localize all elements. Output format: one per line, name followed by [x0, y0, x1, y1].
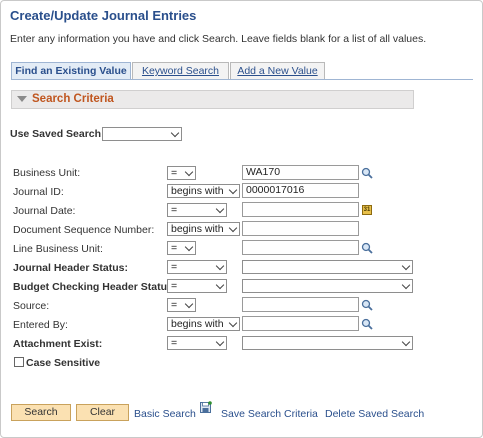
- select-value: =: [171, 204, 178, 216]
- line-business-unit-operator[interactable]: =: [167, 241, 196, 255]
- select-value: =: [171, 242, 178, 254]
- tab-label: Keyword Search: [141, 65, 220, 77]
- budget-checking-header-status-label: Budget Checking Header Status:: [13, 281, 177, 293]
- chevron-down-icon: [228, 318, 238, 328]
- select-value: =: [171, 280, 178, 292]
- document-sequence-number-label: Document Sequence Number:: [13, 224, 155, 236]
- entered-by-label: Entered By:: [13, 319, 68, 331]
- search-icon[interactable]: [361, 318, 373, 330]
- chevron-down-icon: [228, 223, 238, 233]
- select-value: =: [171, 261, 178, 273]
- journal-header-status-label: Journal Header Status:: [13, 262, 128, 274]
- entered-by-input[interactable]: [242, 316, 359, 331]
- business-unit-operator[interactable]: =: [167, 166, 196, 180]
- line-business-unit-input[interactable]: [242, 240, 359, 255]
- source-input[interactable]: [242, 297, 359, 312]
- entered-by-operator[interactable]: begins with: [167, 317, 240, 331]
- tab-label: Find an Existing Value: [15, 65, 127, 77]
- search-criteria-header[interactable]: Search Criteria: [11, 90, 414, 109]
- journal-date-operator[interactable]: =: [167, 203, 227, 217]
- save-search-criteria-link[interactable]: Save Search Criteria: [221, 408, 318, 420]
- use-saved-search-label: Use Saved Search:: [10, 128, 105, 140]
- chevron-down-icon: [215, 337, 225, 347]
- chevron-down-icon: [184, 299, 194, 309]
- journal-id-operator[interactable]: begins with: [167, 184, 240, 198]
- delete-saved-search-link[interactable]: Delete Saved Search: [325, 408, 424, 420]
- case-sensitive-checkbox[interactable]: [14, 357, 24, 367]
- chevron-down-icon: [215, 280, 225, 290]
- journal-id-input[interactable]: 0000017016: [242, 183, 359, 198]
- select-value: =: [171, 167, 178, 179]
- document-sequence-number-input[interactable]: [242, 221, 359, 236]
- journal-header-status-select[interactable]: [242, 260, 413, 274]
- chevron-down-icon: [215, 261, 225, 271]
- chevron-down-icon: [184, 167, 194, 177]
- case-sensitive-label: Case Sensitive: [26, 357, 101, 369]
- attachment-exist-operator[interactable]: =: [167, 336, 227, 350]
- line-business-unit-label: Line Business Unit:: [13, 243, 103, 255]
- select-value: begins with: [171, 185, 224, 197]
- basic-search-link[interactable]: Basic Search: [134, 408, 196, 420]
- source-label: Source:: [13, 300, 50, 312]
- source-operator[interactable]: =: [167, 298, 196, 312]
- search-icon[interactable]: [361, 167, 373, 179]
- calendar-icon[interactable]: 31: [362, 205, 372, 215]
- tab-add-new-value[interactable]: Add a New Value: [230, 62, 325, 79]
- search-button[interactable]: Search: [11, 404, 71, 421]
- chevron-down-icon: [184, 242, 194, 252]
- page-title: Create/Update Journal Entries: [10, 8, 197, 23]
- attachment-exist-label: Attachment Exist:: [13, 338, 103, 350]
- tab-label: Add a New Value: [237, 65, 318, 77]
- chevron-down-icon: [401, 261, 411, 271]
- search-icon[interactable]: [361, 242, 373, 254]
- journal-date-label: Journal Date:: [13, 205, 76, 217]
- journal-header-status-operator[interactable]: =: [167, 260, 227, 274]
- chevron-down-icon: [215, 204, 225, 214]
- chevron-down-icon: [228, 185, 238, 195]
- tab-divider: [11, 79, 473, 80]
- chevron-down-icon: [401, 337, 411, 347]
- chevron-down-icon: [170, 128, 180, 138]
- journal-id-label: Journal ID:: [13, 186, 64, 198]
- budget-checking-header-status-operator[interactable]: =: [167, 279, 227, 293]
- saved-search-select[interactable]: [102, 127, 182, 141]
- select-value: =: [171, 337, 178, 349]
- tab-find-existing-value[interactable]: Find an Existing Value: [11, 62, 131, 80]
- collapse-triangle-icon[interactable]: [17, 96, 27, 102]
- select-value: begins with: [171, 318, 224, 330]
- attachment-exist-select[interactable]: [242, 336, 413, 350]
- search-icon[interactable]: [361, 299, 373, 311]
- chevron-down-icon: [401, 280, 411, 290]
- business-unit-label: Business Unit:: [13, 167, 81, 179]
- save-search-icon[interactable]: [200, 401, 212, 413]
- document-sequence-number-operator[interactable]: begins with: [167, 222, 240, 236]
- business-unit-input[interactable]: WA170: [242, 165, 359, 180]
- section-title: Search Criteria: [32, 93, 114, 105]
- select-value: =: [171, 299, 178, 311]
- budget-checking-header-status-select[interactable]: [242, 279, 413, 293]
- instructions-text: Enter any information you have and click…: [10, 33, 427, 45]
- select-value: begins with: [171, 223, 224, 235]
- clear-button[interactable]: Clear: [76, 404, 129, 421]
- journal-date-input[interactable]: [242, 202, 359, 217]
- tab-keyword-search[interactable]: Keyword Search: [132, 62, 229, 79]
